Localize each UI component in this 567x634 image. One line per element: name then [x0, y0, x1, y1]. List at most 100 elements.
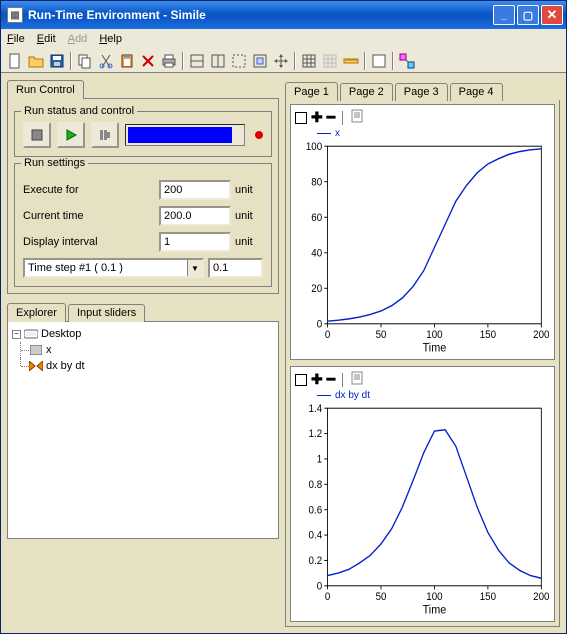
tab-input-sliders[interactable]: Input sliders [68, 304, 145, 322]
link-icon[interactable] [397, 51, 417, 71]
frame-icon[interactable] [229, 51, 249, 71]
desktop-icon [24, 328, 38, 340]
svg-text:0.8: 0.8 [309, 480, 323, 492]
display-interval-label: Display interval [23, 236, 159, 248]
pages-body: ✚ ━ x 050100150200020406080100Time [285, 100, 560, 627]
svg-text:0: 0 [325, 330, 331, 342]
minimize-button[interactable]: _ [493, 5, 515, 25]
current-time-unit: unit [235, 210, 263, 222]
chart-checkbox[interactable] [295, 374, 307, 386]
titlebar[interactable]: ▦ Run-Time Environment - Simile _ ▢ ✕ [1, 1, 566, 29]
current-time-label: Current time [23, 210, 159, 222]
progress-bar [125, 124, 245, 146]
tree-item[interactable]: dx by dt [12, 358, 274, 374]
svg-text:80: 80 [311, 177, 322, 189]
plus-icon[interactable]: ✚ [311, 371, 323, 388]
plus-icon[interactable]: ✚ [311, 109, 323, 126]
minus-icon[interactable]: ━ [327, 109, 335, 126]
variable-box-icon [29, 344, 43, 356]
svg-text:0: 0 [317, 581, 323, 593]
timestep-select[interactable]: Time step #1 ( 0.1 ) ▼ [23, 258, 204, 278]
app-window: ▦ Run-Time Environment - Simile _ ▢ ✕ Fi… [0, 0, 567, 634]
svg-text:20: 20 [311, 283, 322, 295]
paste-icon[interactable] [117, 51, 137, 71]
grid-icon[interactable] [299, 51, 319, 71]
tab-page-2[interactable]: Page 2 [340, 83, 393, 101]
chart-0: 050100150200020406080100Time [295, 139, 550, 355]
tab-explorer[interactable]: Explorer [7, 303, 66, 322]
svg-text:0: 0 [325, 592, 331, 604]
collapse-icon[interactable]: − [12, 330, 21, 339]
blank-icon[interactable] [369, 51, 389, 71]
chart-legend: x [293, 128, 552, 139]
tab-page-3[interactable]: Page 3 [395, 83, 448, 101]
svg-text:40: 40 [311, 248, 322, 260]
minus-icon[interactable]: ━ [327, 371, 335, 388]
svg-text:150: 150 [480, 592, 497, 604]
svg-text:50: 50 [376, 330, 387, 342]
chart-legend: dx by dt [293, 390, 552, 401]
ruler-icon[interactable] [341, 51, 361, 71]
run-settings-title: Run settings [21, 157, 88, 169]
svg-text:200: 200 [533, 592, 550, 604]
execute-for-label: Execute for [23, 184, 159, 196]
chart-1: 05010015020000.20.40.60.811.21.4Time [295, 401, 550, 617]
content-area: Run Control Run status and control [1, 73, 566, 633]
stop-button[interactable] [23, 122, 51, 148]
run-control-body: Run status and control [7, 98, 279, 294]
chart-panel-0: ✚ ━ x 050100150200020406080100Time [290, 104, 555, 360]
execute-for-input[interactable]: 200 [159, 180, 231, 200]
current-time-input[interactable]: 200.0 [159, 206, 231, 226]
valve-icon [29, 360, 43, 372]
copy-icon[interactable] [75, 51, 95, 71]
menu-add: Add [68, 33, 88, 45]
tree-root[interactable]: − Desktop [12, 326, 274, 342]
window-title: Run-Time Environment - Simile [28, 8, 493, 22]
svg-text:60: 60 [311, 212, 322, 224]
svg-text:1.2: 1.2 [309, 429, 323, 441]
timestep-value-input[interactable]: 0.1 [208, 258, 263, 278]
run-status-group: Run status and control [14, 111, 272, 157]
chart-checkbox[interactable] [295, 112, 307, 124]
svg-text:100: 100 [426, 592, 443, 604]
properties-icon[interactable] [350, 109, 364, 126]
grid-off-icon[interactable] [320, 51, 340, 71]
svg-text:0.2: 0.2 [309, 556, 323, 568]
tab-page-4[interactable]: Page 4 [450, 83, 503, 101]
select-icon[interactable] [250, 51, 270, 71]
pane-h-icon[interactable] [187, 51, 207, 71]
new-icon[interactable] [5, 51, 25, 71]
play-button[interactable] [57, 122, 85, 148]
chart-panel-1: ✚ ━ dx by dt 05010015020000.20.40.60.811… [290, 366, 555, 622]
tab-page-1[interactable]: Page 1 [285, 82, 338, 101]
properties-icon[interactable] [350, 371, 364, 388]
delete-icon[interactable] [138, 51, 158, 71]
display-interval-input[interactable]: 1 [159, 232, 231, 252]
svg-text:150: 150 [480, 330, 497, 342]
svg-text:0.4: 0.4 [309, 530, 323, 542]
print-icon[interactable] [159, 51, 179, 71]
display-interval-unit: unit [235, 236, 263, 248]
svg-text:1: 1 [317, 454, 323, 466]
run-settings-group: Run settings Execute for 200 unit Curren… [14, 163, 272, 287]
pane-v-icon[interactable] [208, 51, 228, 71]
toolbar [1, 49, 566, 73]
run-status-title: Run status and control [21, 105, 137, 117]
save-icon[interactable] [47, 51, 67, 71]
cut-icon[interactable] [96, 51, 116, 71]
close-button[interactable]: ✕ [541, 5, 563, 25]
tree-item[interactable]: x [12, 342, 274, 358]
menu-edit[interactable]: Edit [37, 33, 56, 45]
pause-button[interactable] [91, 122, 119, 148]
menu-file[interactable]: File [7, 33, 25, 45]
svg-text:0: 0 [317, 319, 323, 331]
svg-text:1.4: 1.4 [309, 403, 323, 415]
menubar: File Edit Add Help [1, 29, 566, 49]
move-icon[interactable] [271, 51, 291, 71]
chevron-down-icon: ▼ [187, 260, 202, 276]
menu-help[interactable]: Help [99, 33, 122, 45]
svg-text:100: 100 [426, 330, 443, 342]
tab-run-control[interactable]: Run Control [7, 80, 84, 99]
open-icon[interactable] [26, 51, 46, 71]
maximize-button[interactable]: ▢ [517, 5, 539, 25]
